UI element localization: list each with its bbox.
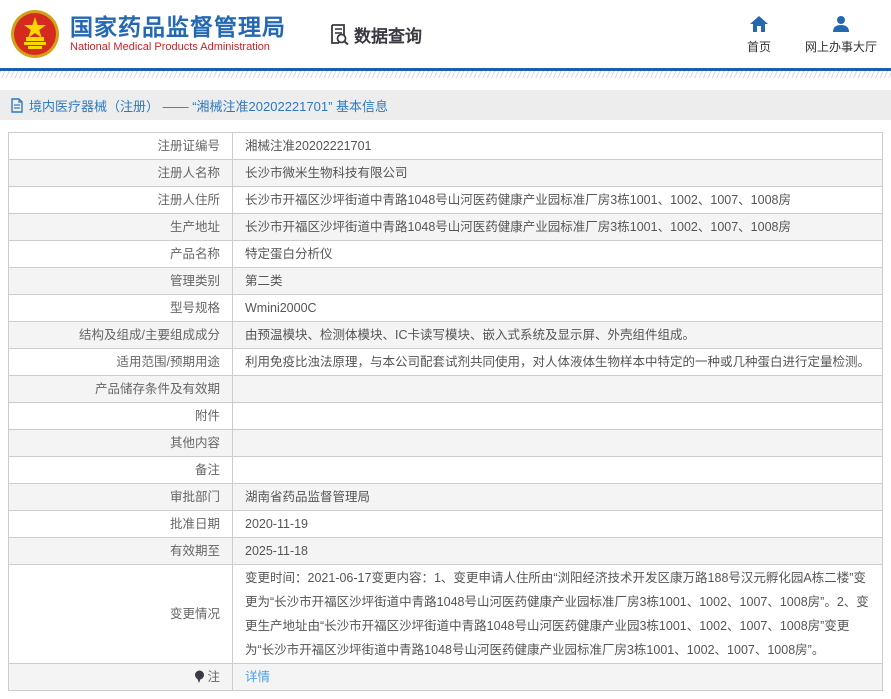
row-label-text: 注册证编号: [157, 134, 220, 158]
data-query-section[interactable]: 数据查询: [328, 22, 422, 47]
row-value: 由预温模块、检测体模块、IC卡读写模块、嵌入式系统及显示屏、外壳组件组成。: [233, 322, 882, 348]
table-row: 产品储存条件及有效期: [9, 376, 882, 403]
row-value: [233, 457, 882, 483]
row-label: 产品储存条件及有效期: [9, 376, 233, 402]
nav-service-hall[interactable]: 网上办事大厅: [805, 14, 877, 55]
table-row: 备注: [9, 457, 882, 484]
row-label-text: 管理类别: [170, 269, 220, 293]
row-label-text: 有效期至: [170, 539, 220, 563]
row-value: 2020-11-19: [233, 511, 882, 537]
table-row: 有效期至 2025-11-18: [9, 538, 882, 565]
row-value: 长沙市微米生物科技有限公司: [233, 160, 882, 186]
row-value: 长沙市开福区沙坪街道中青路1048号山河医药健康产业园标准厂房3栋1001、10…: [233, 187, 882, 213]
row-value: [233, 376, 882, 402]
note-icon: [194, 670, 205, 684]
table-row: 变更情况 变更时间：2021-06-17变更内容：1、变更申请人住所由“浏阳经济…: [9, 565, 882, 664]
table-row: 产品名称 特定蛋白分析仪: [9, 241, 882, 268]
agency-name-en: National Medical Products Administration: [70, 40, 286, 54]
registration-info-table: 注册证编号 湘械注准20202221701 注册人名称 长沙市微米生物科技有限公…: [8, 132, 883, 691]
row-label-text: 审批部门: [170, 485, 220, 509]
row-value: 第二类: [233, 268, 882, 294]
row-label: 注册人名称: [9, 160, 233, 186]
row-value: 特定蛋白分析仪: [233, 241, 882, 267]
row-label: 生产地址: [9, 214, 233, 240]
table-row: 审批部门 湖南省药品监督管理局: [9, 484, 882, 511]
nav-home[interactable]: 首页: [747, 14, 771, 55]
top-nav: 首页 网上办事大厅: [747, 14, 877, 55]
row-label: 注册证编号: [9, 133, 233, 159]
row-label: 结构及组成/主要组成成分: [9, 322, 233, 348]
agency-brand: 国家药品监督管理局 National Medical Products Admi…: [70, 14, 286, 54]
table-row: 生产地址 长沙市开福区沙坪街道中青路1048号山河医药健康产业园标准厂房3栋10…: [9, 214, 882, 241]
table-row: 注册人住所 长沙市开福区沙坪街道中青路1048号山河医药健康产业园标准厂房3栋1…: [9, 187, 882, 214]
row-label-text: 变更情况: [170, 602, 220, 626]
home-icon: [749, 14, 769, 34]
row-label: 适用范围/预期用途: [9, 349, 233, 375]
row-value: 2025-11-18: [233, 538, 882, 564]
table-row: 附件: [9, 403, 882, 430]
row-label: 有效期至: [9, 538, 233, 564]
row-label-text: 附件: [195, 404, 220, 428]
row-label: 备注: [9, 457, 233, 483]
row-label: 批准日期: [9, 511, 233, 537]
row-label: 注册人住所: [9, 187, 233, 213]
row-value: [233, 403, 882, 429]
table-row: 批准日期 2020-11-19: [9, 511, 882, 538]
breadcrumb-text: 境内医疗器械（注册） —— “湘械注准20202221701” 基本信息: [29, 96, 388, 115]
nav-home-label: 首页: [747, 38, 771, 55]
table-row: 注 详情: [9, 664, 882, 691]
site-header: 国家药品监督管理局 National Medical Products Admi…: [0, 0, 891, 68]
row-label: 型号规格: [9, 295, 233, 321]
row-value: 变更时间：2021-06-17变更内容：1、变更申请人住所由“浏阳经济技术开发区…: [233, 565, 882, 663]
row-label: 管理类别: [9, 268, 233, 294]
row-label-text: 注: [207, 665, 220, 689]
row-label-text: 产品储存条件及有效期: [95, 377, 220, 401]
hatched-strip: [0, 71, 891, 78]
table-row: 注册证编号 湘械注准20202221701: [9, 133, 882, 160]
row-label-text: 注册人名称: [157, 161, 220, 185]
row-value: 湘械注准20202221701: [233, 133, 882, 159]
table-row: 结构及组成/主要组成成分 由预温模块、检测体模块、IC卡读写模块、嵌入式系统及显…: [9, 322, 882, 349]
row-label: 其他内容: [9, 430, 233, 456]
row-label-text: 备注: [195, 458, 220, 482]
table-row: 其他内容: [9, 430, 882, 457]
table-row: 注册人名称 长沙市微米生物科技有限公司: [9, 160, 882, 187]
row-label: 附件: [9, 403, 233, 429]
row-value: 详情: [233, 664, 882, 690]
row-label-text: 注册人住所: [157, 188, 220, 212]
row-label-text: 结构及组成/主要组成成分: [79, 323, 220, 347]
person-icon: [831, 14, 851, 34]
row-label: 注: [9, 664, 233, 690]
row-value: Wmini2000C: [233, 295, 882, 321]
row-label: 产品名称: [9, 241, 233, 267]
agency-name-cn: 国家药品监督管理局: [70, 14, 286, 40]
row-label: 变更情况: [9, 565, 233, 663]
row-value: 长沙市开福区沙坪街道中青路1048号山河医药健康产业园标准厂房3栋1001、10…: [233, 214, 882, 240]
document-icon: [10, 98, 24, 113]
detail-link[interactable]: 详情: [245, 665, 270, 689]
national-emblem-logo: [10, 9, 60, 59]
document-search-icon: [328, 23, 350, 45]
row-label-text: 批准日期: [170, 512, 220, 536]
row-value: 利用免疫比浊法原理，与本公司配套试剂共同使用，对人体液体生物样本中特定的一种或几…: [233, 349, 882, 375]
row-value: 湖南省药品监督管理局: [233, 484, 882, 510]
data-query-label: 数据查询: [354, 22, 422, 47]
row-label-text: 适用范围/预期用途: [117, 350, 220, 374]
row-label-text: 型号规格: [170, 296, 220, 320]
row-label-text: 其他内容: [170, 431, 220, 455]
row-value: [233, 430, 882, 456]
table-row: 管理类别 第二类: [9, 268, 882, 295]
table-row: 适用范围/预期用途 利用免疫比浊法原理，与本公司配套试剂共同使用，对人体液体生物…: [9, 349, 882, 376]
row-label-text: 生产地址: [170, 215, 220, 239]
row-label: 审批部门: [9, 484, 233, 510]
nav-service-hall-label: 网上办事大厅: [805, 38, 877, 55]
row-label-text: 产品名称: [170, 242, 220, 266]
breadcrumb: 境内医疗器械（注册） —— “湘械注准20202221701” 基本信息: [0, 90, 891, 120]
table-row: 型号规格 Wmini2000C: [9, 295, 882, 322]
